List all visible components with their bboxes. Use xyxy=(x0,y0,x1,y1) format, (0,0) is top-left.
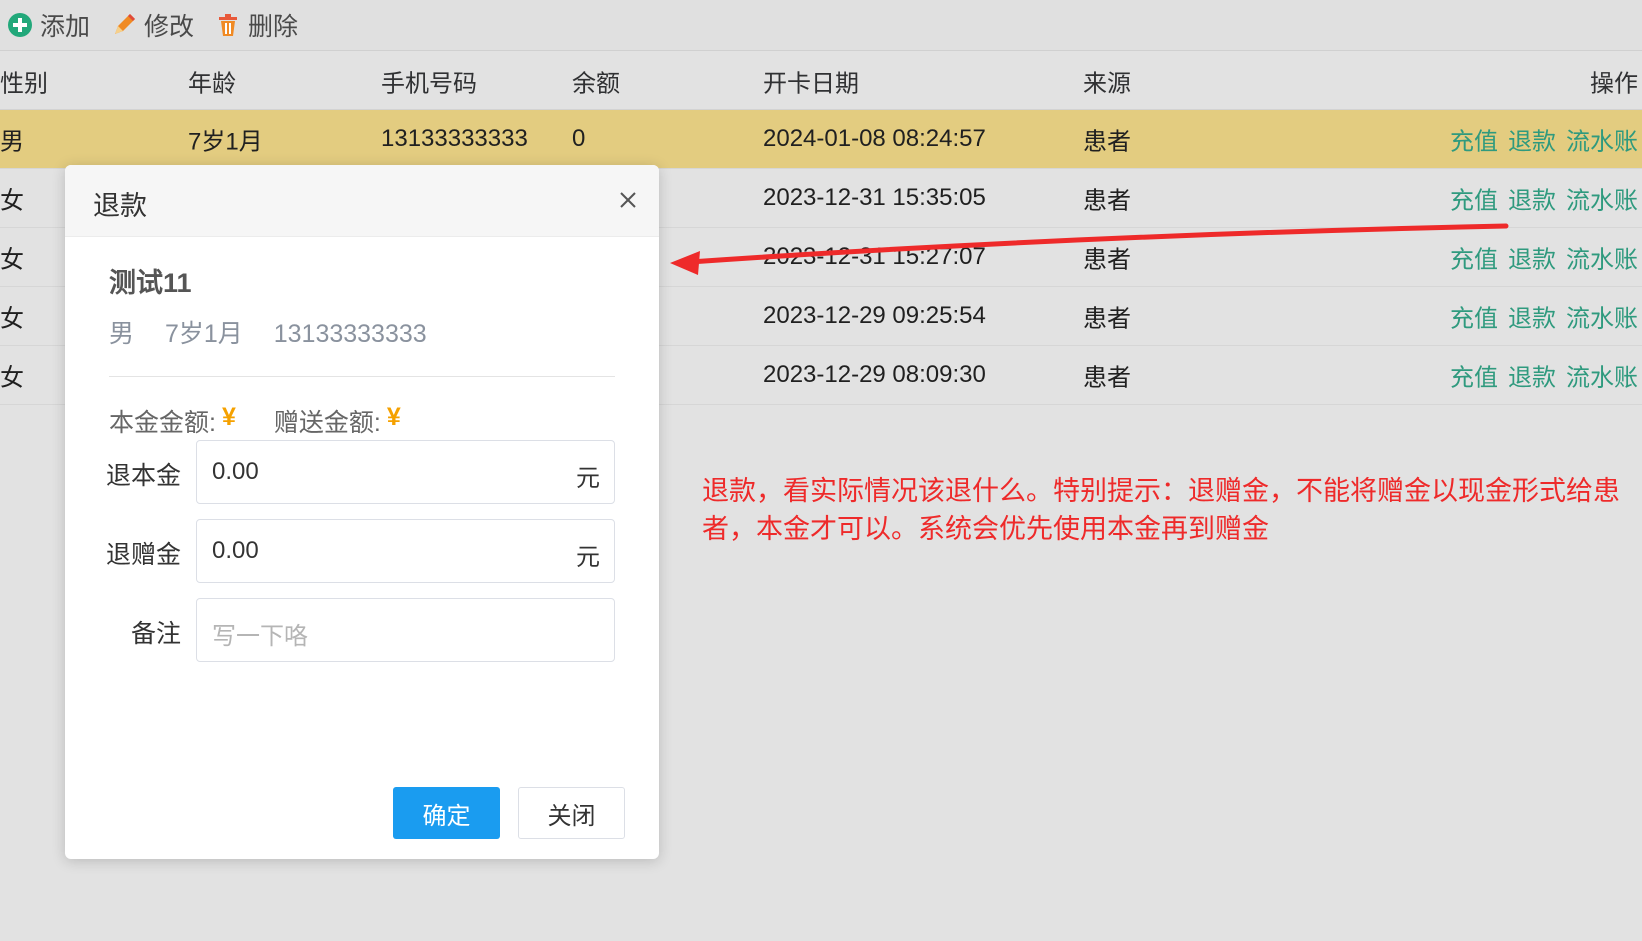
patient-age: 7岁1月 xyxy=(164,320,243,348)
cell-source: 患者 xyxy=(1083,305,1131,333)
refund-gift-row: 退赠金 0.00 元 xyxy=(65,519,659,583)
cell-gender: 女 xyxy=(0,305,24,333)
table-header: 性别 年龄 手机号码 余额 开卡日期 来源 操作 xyxy=(0,52,1642,110)
refund-gift-label: 退赠金 xyxy=(105,541,181,569)
edit-button[interactable]: 修改 xyxy=(110,5,194,45)
refund-gift-unit: 元 xyxy=(576,544,600,571)
principal-label: 本金金额: xyxy=(109,409,216,437)
cell-open-date: 2023-12-29 09:25:54 xyxy=(763,302,986,329)
row-actions: 充值 退款 流水账 xyxy=(1440,122,1638,157)
cell-gender: 女 xyxy=(0,364,24,392)
trash-icon xyxy=(219,14,238,36)
amount-summary: 本金金额: ¥ 赠送金额: ¥ xyxy=(109,403,439,439)
remark-placeholder: 写一下咯 xyxy=(212,623,308,650)
table-row[interactable]: 男 7岁1月 13133333333 0 2024-01-08 08:24:57… xyxy=(0,110,1642,169)
cell-balance: 0 xyxy=(572,125,586,152)
refund-principal-value: 0.00 xyxy=(212,458,259,485)
cell-gender: 女 xyxy=(0,187,24,215)
recharge-link[interactable]: 充值 xyxy=(1450,129,1498,156)
delete-button-label: 删除 xyxy=(248,13,299,41)
dialog-title: 退款 xyxy=(93,191,147,221)
patient-name: 测试11 xyxy=(109,268,192,298)
gift-amount: ¥ xyxy=(386,403,401,431)
remark-label: 备注 xyxy=(130,620,181,648)
close-button[interactable]: 关闭 xyxy=(518,787,625,839)
dialog-header: 退款 xyxy=(65,165,659,237)
principal-amount: ¥ xyxy=(221,403,236,431)
remark-input[interactable]: 写一下咯 xyxy=(196,598,615,662)
refund-link[interactable]: 退款 xyxy=(1508,365,1556,392)
row-actions: 充值 退款 流水账 xyxy=(1440,299,1638,334)
refund-link[interactable]: 退款 xyxy=(1508,247,1556,274)
header-gender[interactable]: 性别 xyxy=(0,63,48,98)
cell-source: 患者 xyxy=(1083,187,1131,215)
refund-dialog: 退款 测试11 男 7岁1月 13133333333 本金金额: ¥ 赠送金额:… xyxy=(65,165,659,859)
recharge-link[interactable]: 充值 xyxy=(1450,306,1498,333)
patient-phone: 13133333333 xyxy=(273,320,427,348)
refund-principal-input[interactable]: 0.00 元 xyxy=(196,440,615,504)
pencil-icon xyxy=(115,14,136,34)
recharge-link[interactable]: 充值 xyxy=(1450,247,1498,274)
cell-open-date: 2023-12-29 08:09:30 xyxy=(763,361,986,388)
refund-principal-row: 退本金 0.00 元 xyxy=(65,440,659,504)
confirm-button[interactable]: 确定 xyxy=(393,787,500,839)
gift-label: 赠送金额: xyxy=(273,409,381,437)
ledger-link[interactable]: 流水账 xyxy=(1566,365,1638,392)
toolbar: 添加 修改 删除 xyxy=(0,0,1642,51)
row-actions: 充值 退款 流水账 xyxy=(1440,358,1638,393)
refund-principal-label: 退本金 xyxy=(105,462,181,490)
cell-phone: 13133333333 xyxy=(381,125,528,152)
plus-circle-icon xyxy=(8,13,32,37)
refund-gift-value: 0.00 xyxy=(212,537,259,564)
refund-link[interactable]: 退款 xyxy=(1508,306,1556,333)
cell-age: 7岁1月 xyxy=(188,128,263,156)
ledger-link[interactable]: 流水账 xyxy=(1566,306,1638,333)
header-source[interactable]: 来源 xyxy=(1083,63,1131,98)
annotation-note: 退款，看实际情况该退什么。特别提示：退赠金，不能将赠金以现金形式给患者，本金才可… xyxy=(702,476,1620,544)
refund-principal-unit: 元 xyxy=(576,465,600,492)
recharge-link[interactable]: 充值 xyxy=(1450,365,1498,392)
cell-open-date: 2023-12-31 15:35:05 xyxy=(763,184,986,211)
add-button[interactable]: 添加 xyxy=(6,5,90,45)
refund-link[interactable]: 退款 xyxy=(1508,129,1556,156)
cell-source: 患者 xyxy=(1083,246,1131,274)
row-actions: 充值 退款 流水账 xyxy=(1440,240,1638,275)
ledger-link[interactable]: 流水账 xyxy=(1566,129,1638,156)
edit-button-label: 修改 xyxy=(144,13,195,41)
patient-meta: 男 7岁1月 13133333333 xyxy=(109,314,451,350)
cell-open-date: 2023-12-31 15:27:07 xyxy=(763,243,986,270)
ledger-link[interactable]: 流水账 xyxy=(1566,188,1638,215)
add-button-label: 添加 xyxy=(40,13,91,41)
refund-link[interactable]: 退款 xyxy=(1508,188,1556,215)
remark-row: 备注 写一下咯 xyxy=(65,598,659,662)
divider xyxy=(109,376,615,377)
header-ops: 操作 xyxy=(1590,70,1638,97)
header-open-date[interactable]: 开卡日期 xyxy=(763,63,859,98)
patient-gender: 男 xyxy=(109,320,135,348)
refund-gift-input[interactable]: 0.00 元 xyxy=(196,519,615,583)
ledger-link[interactable]: 流水账 xyxy=(1566,247,1638,274)
recharge-link[interactable]: 充值 xyxy=(1450,188,1498,215)
delete-button[interactable]: 删除 xyxy=(214,5,298,45)
page: 添加 修改 删除 性别 年龄 手机号码 余额 开卡日期 来源 操作 男 7岁1月… xyxy=(0,0,1642,941)
close-icon[interactable] xyxy=(613,185,643,215)
row-actions: 充值 退款 流水账 xyxy=(1440,181,1638,216)
cell-source: 患者 xyxy=(1083,128,1131,156)
header-phone[interactable]: 手机号码 xyxy=(381,63,477,98)
header-age[interactable]: 年龄 xyxy=(188,63,236,98)
cell-gender: 女 xyxy=(0,246,24,274)
cell-open-date: 2024-01-08 08:24:57 xyxy=(763,125,986,152)
cell-source: 患者 xyxy=(1083,364,1131,392)
header-balance[interactable]: 余额 xyxy=(572,63,620,98)
cell-gender: 男 xyxy=(0,128,24,156)
